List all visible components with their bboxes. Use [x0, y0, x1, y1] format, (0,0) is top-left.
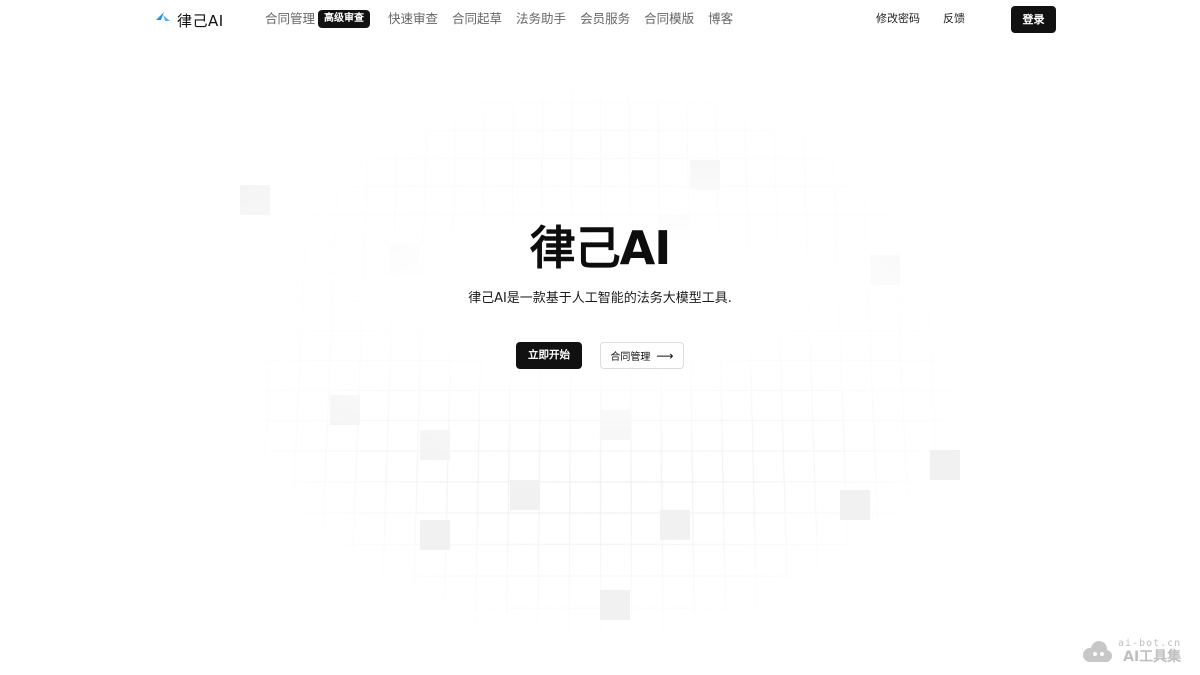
nav-item-contract-management[interactable]: 合同管理	[265, 9, 315, 29]
nav-item-membership[interactable]: 会员服务	[580, 9, 630, 29]
header-right-links: 修改密码 反馈	[876, 11, 965, 27]
nav-item-blog[interactable]: 博客	[708, 9, 733, 29]
brand-logo-icon	[156, 12, 170, 29]
watermark-name: AI工具集	[1123, 649, 1182, 665]
nav-item-quick-review[interactable]: 快速审查	[388, 9, 438, 29]
login-button[interactable]: 登录	[1011, 6, 1056, 33]
hero-title: 律己AI	[529, 221, 672, 275]
change-password-link[interactable]: 修改密码	[876, 11, 920, 27]
hero-subtitle: 律己AI是一款基于人工智能的法务大模型工具.	[468, 291, 732, 306]
nav-item-legal-assistant[interactable]: 法务助手	[516, 9, 566, 29]
advanced-review-badge[interactable]: 高级审查	[318, 10, 371, 28]
background-grid	[0, 0, 1200, 675]
nav-item-contract-templates[interactable]: 合同模版	[644, 9, 694, 29]
contract-management-button-label: 合同管理	[610, 352, 651, 363]
feedback-link[interactable]: 反馈	[943, 11, 965, 27]
brand-logo[interactable]: 律己AI	[155, 10, 224, 31]
hero-glow	[0, 0, 1200, 675]
start-now-button[interactable]: 立即开始	[516, 342, 582, 369]
main-nav: 合同管理 高级审查 快速审查 合同起草 法务助手 会员服务 合同模版 博客	[265, 9, 747, 29]
nav-item-contract-drafting[interactable]: 合同起草	[452, 9, 502, 29]
arrow-right-icon: ⟶	[656, 348, 674, 363]
watermark-url: ai-bot.cn	[1118, 638, 1182, 649]
top-navbar: 律己AI 合同管理 高级审查 快速审查 合同起草 法务助手 会员服务 合同模版 …	[0, 0, 1200, 38]
brand-name: 律己AI	[177, 12, 224, 30]
cloud-logo-icon	[1083, 640, 1112, 662]
watermark: ai-bot.cn AI工具集	[1080, 638, 1181, 665]
contract-management-button[interactable]: 合同管理 ⟶	[600, 342, 684, 369]
